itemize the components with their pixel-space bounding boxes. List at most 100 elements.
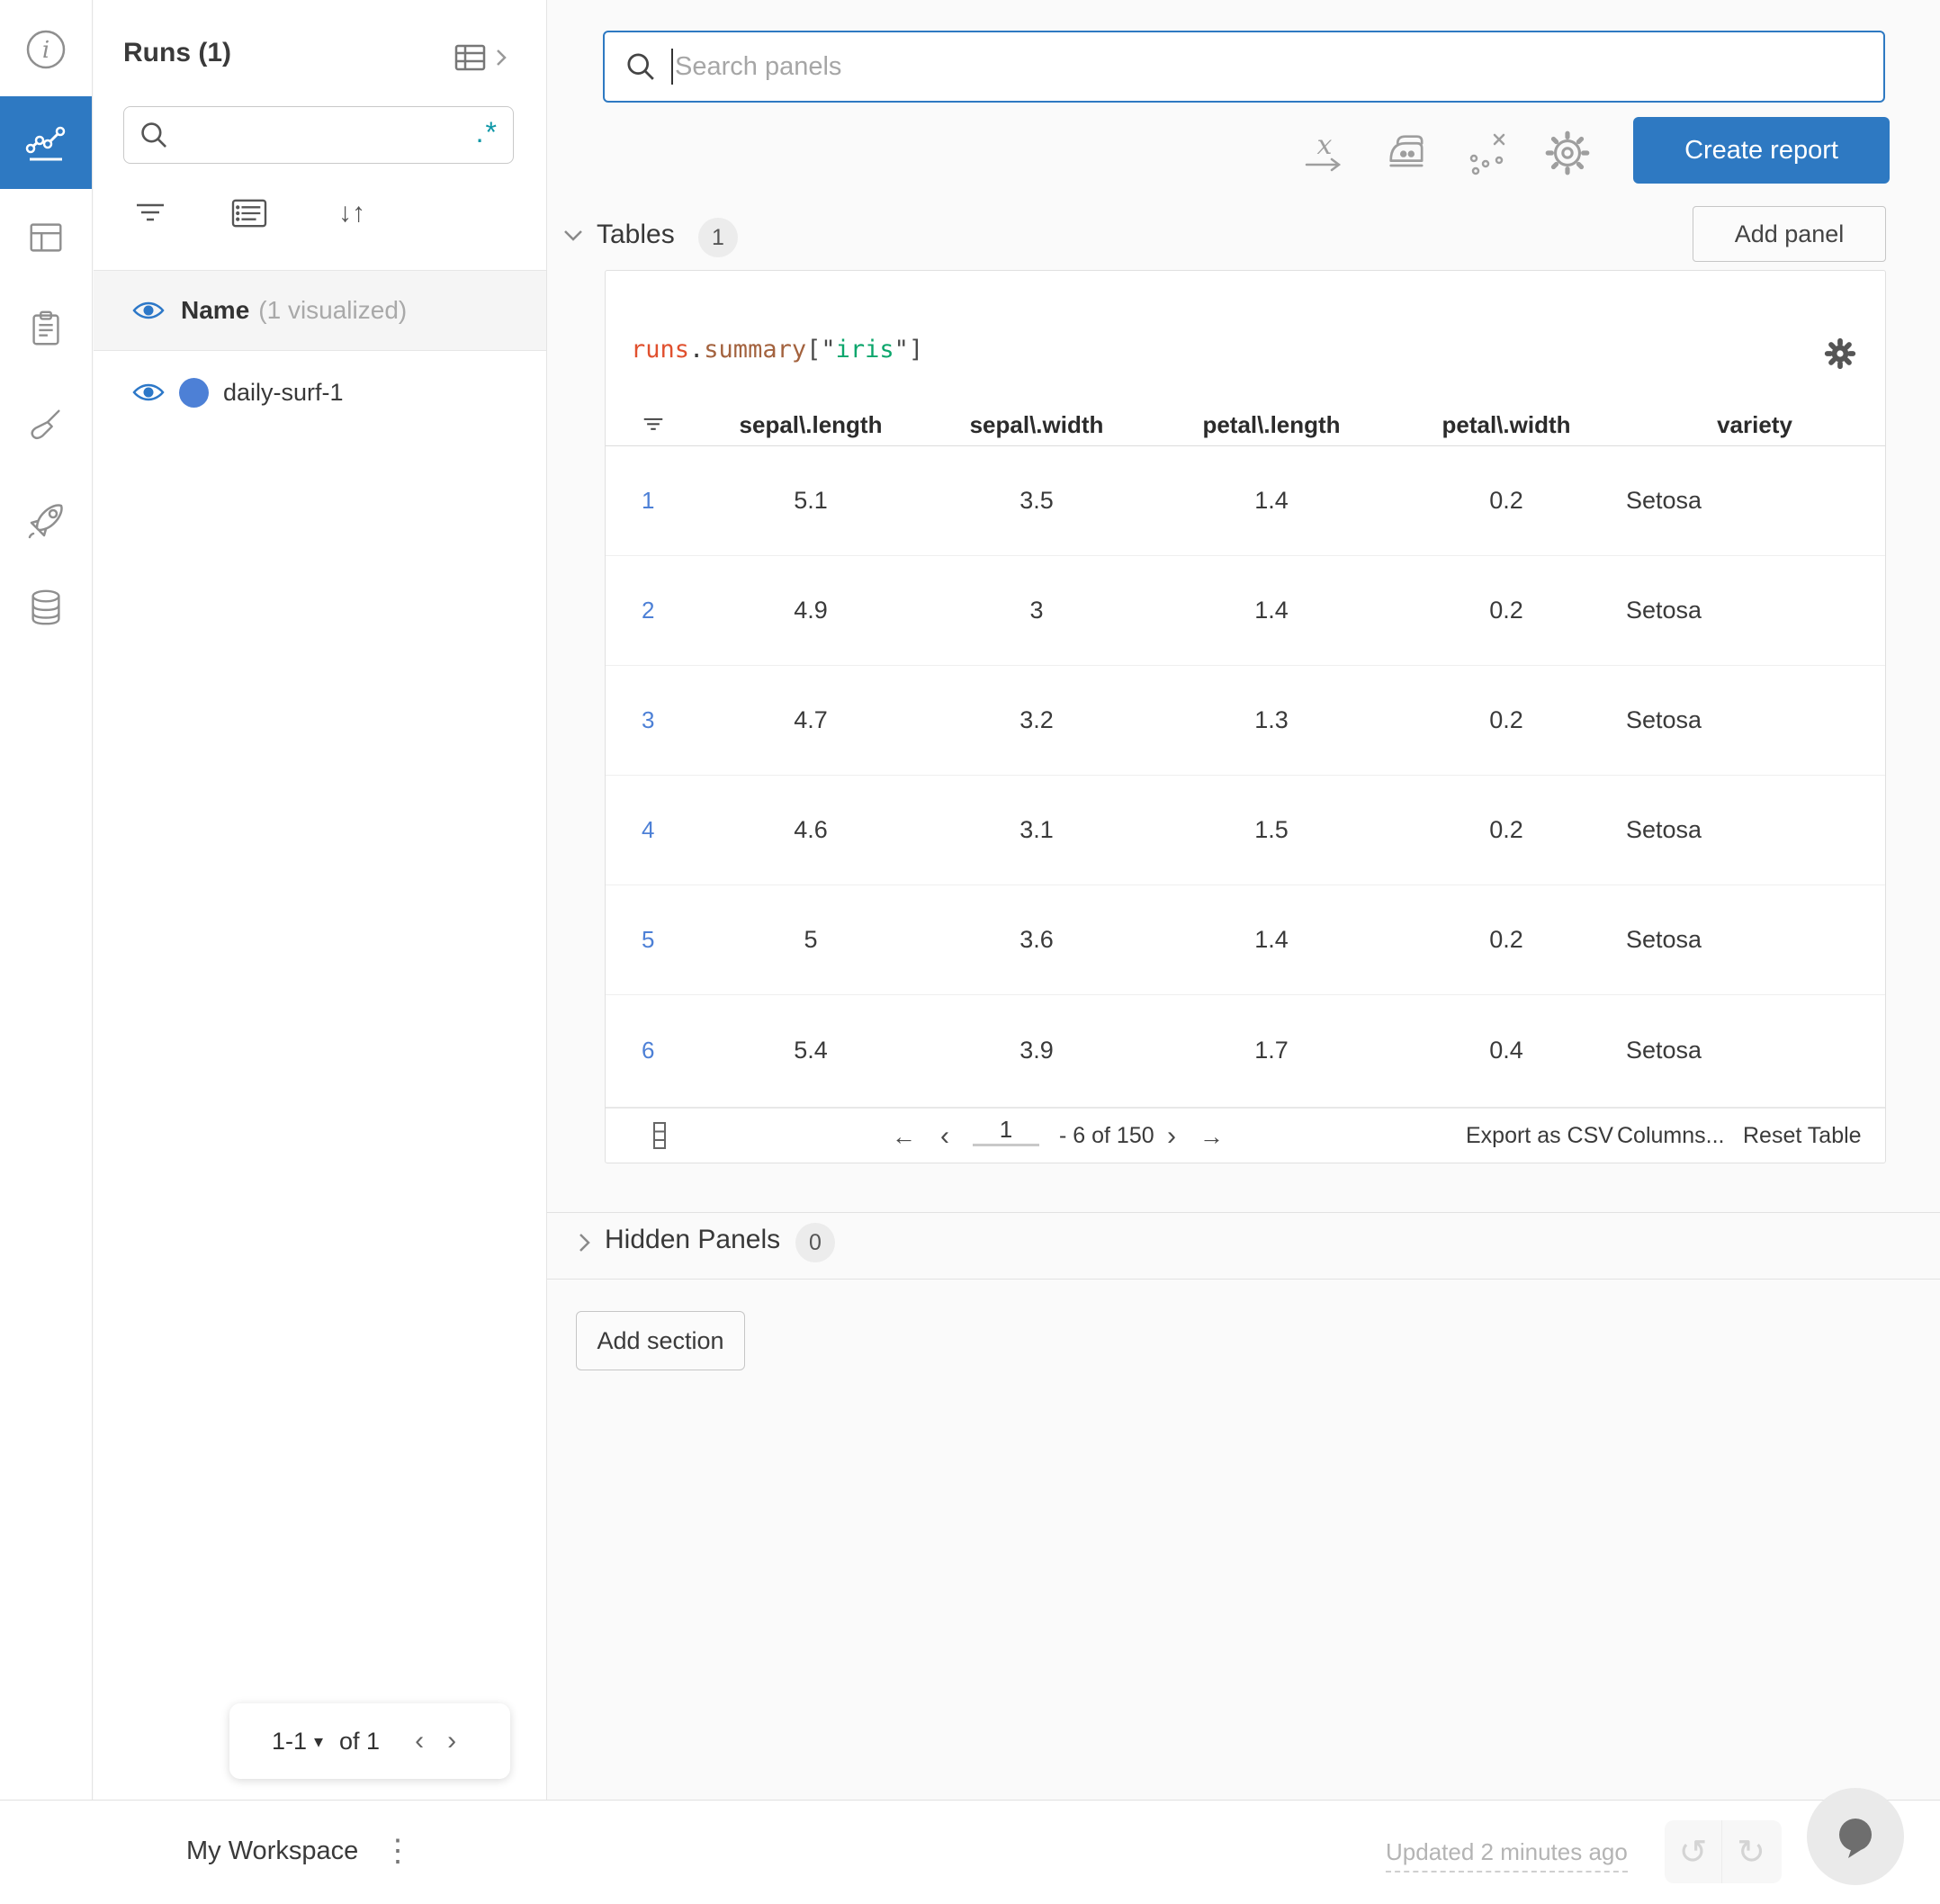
cell-sepal-length: 5.1 [794, 487, 828, 514]
columns-button[interactable]: Columns... [1617, 1123, 1724, 1149]
expr-runs: runs [631, 336, 690, 364]
page-number-input[interactable] [973, 1116, 1039, 1146]
eye-visible-icon[interactable] [132, 299, 165, 322]
redo-button[interactable]: ↻ [1722, 1820, 1780, 1883]
table-row: 1 5.1 3.5 1.4 0.2 Setosa [606, 446, 1885, 556]
smoothing-iron-icon[interactable] [1379, 124, 1436, 182]
row-index-link[interactable]: 4 [606, 816, 703, 844]
tab-workspace-active[interactable] [0, 96, 92, 189]
run-color-dot [179, 377, 209, 408]
hidden-panels-section-header: Hidden Panels 0 [547, 1212, 1940, 1279]
row-index-link[interactable]: 5 [606, 926, 703, 954]
table-row: 3 4.7 3.2 1.3 0.2 Setosa [606, 666, 1885, 776]
clipboard-icon[interactable] [0, 295, 92, 362]
rocket-launch-icon[interactable] [0, 486, 92, 552]
col-header-sepal-width[interactable]: sepal\.width [919, 411, 1154, 439]
table-row: 4 4.6 3.1 1.5 0.2 Setosa [606, 776, 1885, 885]
panels-layout-icon[interactable] [0, 204, 92, 271]
row-index-link[interactable]: 6 [606, 1037, 703, 1064]
runs-sidebar: Runs (1) .* ↓↑ Name (1 visualized) daily… [94, 0, 547, 1800]
cell-petal-length: 1.4 [1254, 487, 1289, 514]
row-height-icon[interactable] [652, 1121, 667, 1150]
export-csv-button[interactable]: Export as CSV [1466, 1123, 1613, 1149]
runs-pagination: 1-1 ▾ of 1 ‹ › [229, 1703, 510, 1779]
add-section-button[interactable]: Add section [576, 1311, 745, 1370]
updated-status-link[interactable]: Updated 2 minutes ago [1386, 1838, 1628, 1873]
create-report-button[interactable]: Create report [1633, 117, 1890, 184]
kebab-menu-icon[interactable]: ⋮ [382, 1833, 413, 1869]
cell-petal-width: 0.2 [1489, 597, 1523, 624]
cell-petal-length: 1.4 [1254, 926, 1289, 953]
line-chart-icon [25, 126, 66, 160]
cell-sepal-length: 4.9 [794, 597, 828, 624]
table-header-row: sepal\.length sepal\.width petal\.length… [606, 404, 1885, 446]
panels-search-box [603, 31, 1885, 103]
panel-settings-gear-icon[interactable] [1822, 336, 1858, 372]
cell-petal-width: 0.2 [1489, 816, 1523, 843]
table-footer: ← ‹ - 6 of 150 › → Export as CSV Columns… [606, 1107, 1885, 1163]
col-header-variety[interactable]: variety [1624, 411, 1885, 439]
filter-icon[interactable] [130, 193, 171, 234]
panels-search-input[interactable] [675, 51, 1883, 82]
chevron-down-icon[interactable]: ▾ [314, 1730, 323, 1753]
runs-search-input[interactable] [180, 121, 471, 149]
cell-sepal-width: 3.9 [1019, 1036, 1054, 1064]
expr-key: iris [835, 336, 894, 364]
next-page-button[interactable]: › [1167, 1121, 1176, 1152]
info-icon[interactable]: i [0, 16, 92, 83]
cell-variety: Setosa [1626, 706, 1702, 733]
chevron-down-icon[interactable] [562, 229, 584, 243]
regex-toggle-icon[interactable]: .* [471, 116, 513, 155]
group-list-icon[interactable] [229, 193, 270, 234]
col-header-sepal-length[interactable]: sepal\.length [703, 411, 919, 439]
prev-page-button[interactable]: ‹ [940, 1121, 949, 1152]
open-runs-table-button[interactable] [454, 40, 521, 76]
hidden-panels-count-badge: 0 [795, 1223, 835, 1262]
cell-petal-length: 1.7 [1254, 1036, 1289, 1064]
prev-page-button[interactable]: ‹ [415, 1726, 424, 1756]
workspace-name-label: My Workspace [186, 1837, 359, 1865]
section-divider [547, 1279, 1940, 1280]
col-header-petal-length[interactable]: petal\.length [1154, 411, 1388, 439]
run-name: daily-surf-1 [223, 378, 344, 406]
left-icon-rail: i [0, 0, 93, 1800]
add-panel-button[interactable]: Add panel [1693, 206, 1886, 262]
row-index-link[interactable]: 1 [606, 487, 703, 515]
search-icon [141, 122, 167, 148]
sort-icon[interactable]: ↓↑ [331, 193, 373, 234]
chat-support-button[interactable] [1807, 1788, 1904, 1885]
workspace-settings-gear-icon[interactable] [1539, 124, 1596, 182]
page-total-label: of 1 [339, 1727, 381, 1755]
chat-bubble-icon [1839, 1819, 1872, 1858]
wandb-workspace: i Runs (1) .* ↓↑ Name (1 visualized) dai… [0, 0, 1940, 1904]
cell-petal-length: 1.3 [1254, 706, 1289, 733]
row-index-link[interactable]: 3 [606, 706, 703, 734]
page-range-dropdown[interactable]: 1-1 [272, 1728, 307, 1756]
undo-redo-group: ↺ ↻ [1665, 1820, 1782, 1883]
eye-visible-icon[interactable] [132, 381, 165, 404]
outliers-scatter-icon[interactable] [1459, 124, 1517, 182]
next-page-button[interactable]: › [447, 1726, 456, 1756]
last-page-button[interactable]: → [1199, 1123, 1224, 1151]
reset-table-button[interactable]: Reset Table [1743, 1123, 1862, 1149]
cell-sepal-length: 5.4 [794, 1036, 828, 1064]
cell-sepal-length: 4.6 [794, 816, 828, 843]
cell-petal-width: 0.2 [1489, 926, 1523, 953]
sweep-broom-icon[interactable] [0, 391, 92, 458]
col-header-petal-width[interactable]: petal\.width [1388, 411, 1624, 439]
undo-button[interactable]: ↺ [1665, 1820, 1722, 1883]
first-page-button[interactable]: ← [892, 1123, 916, 1151]
x-axis-settings-icon[interactable]: x [1296, 124, 1353, 182]
table-row: 6 5.4 3.9 1.7 0.4 Setosa [606, 995, 1885, 1105]
row-index-link[interactable]: 2 [606, 597, 703, 624]
cell-variety: Setosa [1626, 597, 1702, 624]
cell-petal-length: 1.4 [1254, 597, 1289, 624]
cell-sepal-length: 5 [804, 926, 818, 953]
cell-sepal-width: 3 [1029, 597, 1044, 624]
chevron-right-icon[interactable] [578, 1232, 592, 1253]
run-row-daily-surf-1[interactable]: daily-surf-1 [94, 352, 546, 433]
column-name-label: Name [181, 296, 250, 324]
cell-sepal-length: 4.7 [794, 706, 828, 733]
database-icon[interactable] [0, 574, 92, 641]
column-filter-icon[interactable] [606, 415, 703, 435]
